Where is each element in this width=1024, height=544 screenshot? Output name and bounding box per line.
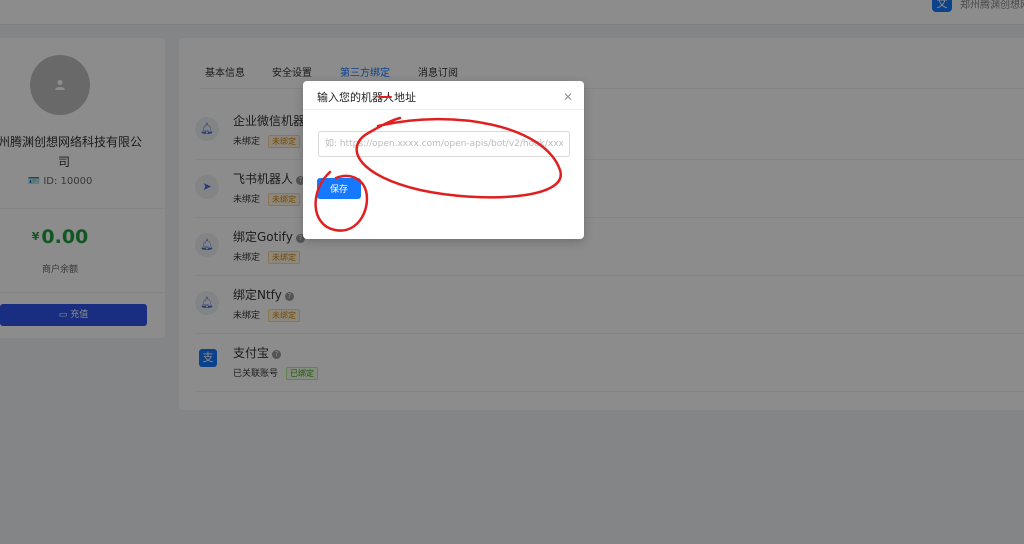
save-button[interactable]: 保存 bbox=[317, 178, 361, 199]
dialog-title: 输入您的机器人地址 bbox=[317, 91, 416, 104]
close-icon[interactable]: ✕ bbox=[563, 90, 573, 104]
robot-url-dialog: 输入您的机器人地址 ✕ 保存 bbox=[303, 81, 584, 239]
robot-url-input[interactable] bbox=[318, 131, 570, 157]
dialog-divider bbox=[303, 109, 584, 110]
